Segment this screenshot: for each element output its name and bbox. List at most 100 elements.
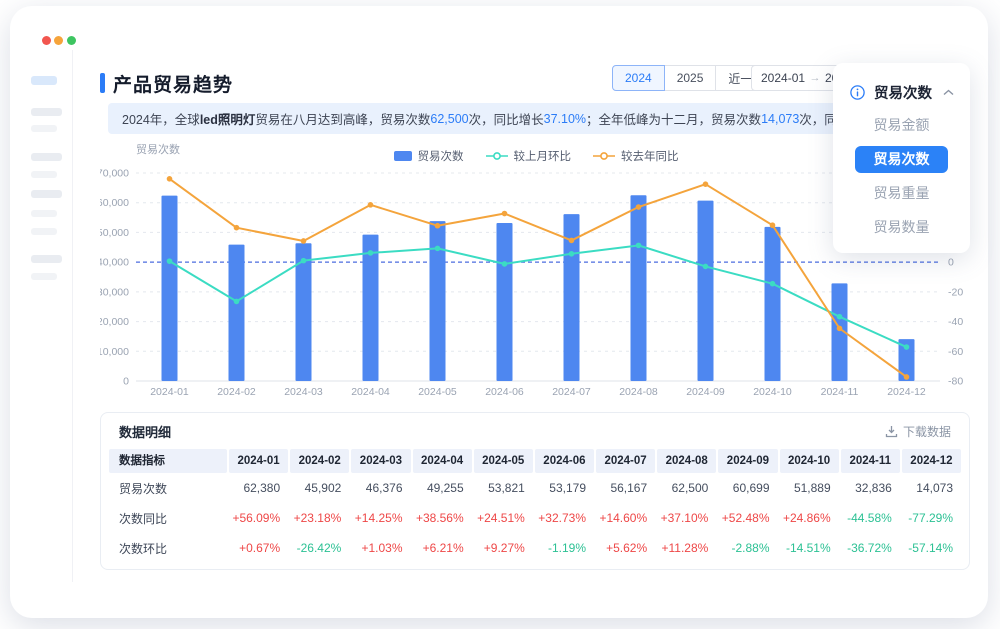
table-cell: +9.27%: [474, 541, 533, 555]
download-data-button[interactable]: 下载数据: [885, 423, 951, 440]
line-path: [170, 179, 907, 377]
table-header-cell: 2024-06: [535, 449, 594, 473]
bar-2024-04: [363, 235, 379, 381]
table-cell: +24.86%: [780, 511, 839, 525]
data-point: [435, 223, 441, 229]
sidebar-skeleton-item[interactable]: [31, 153, 62, 161]
table-header-cell: 2024-07: [596, 449, 655, 473]
x-axis-label: 2024-05: [418, 386, 457, 398]
x-axis-label: 2024-12: [887, 386, 926, 398]
table-cell: -26.42%: [290, 541, 349, 555]
sidebar-skeleton-item-active[interactable]: [31, 76, 57, 85]
sidebar-skeleton-item[interactable]: [31, 171, 57, 178]
table-body: 贸易次数62,38045,90246,37649,25553,82153,179…: [109, 473, 961, 563]
sidebar-skeleton-item[interactable]: [31, 273, 57, 280]
selected-metric-label: 贸易次数: [874, 82, 943, 103]
data-point: [770, 281, 776, 287]
left-axis-tick: 20,000: [100, 316, 129, 328]
data-point: [837, 326, 843, 332]
table-header-cell: 2024-04: [413, 449, 472, 473]
arrow-right-icon: →: [806, 72, 825, 84]
table-header-cell: 2024-11: [841, 449, 900, 473]
sidebar-skeleton-item[interactable]: [31, 125, 57, 132]
left-axis-tick: 0: [123, 376, 129, 388]
table-header-cell: 2024-03: [351, 449, 410, 473]
summary-text-segment: ；全年低峰为十二月，贸易次数: [586, 109, 761, 128]
minimize-button[interactable]: [54, 36, 63, 45]
metric-dropdown-header[interactable]: 贸易次数: [833, 79, 970, 105]
table-cell: 53,179: [535, 481, 594, 495]
bar-2024-05: [430, 221, 446, 381]
summary-text-segment: 2024年，全球: [122, 109, 200, 128]
x-axis-label: 2024-02: [217, 386, 256, 398]
metric-option-贸易重量[interactable]: 贸易重量: [855, 180, 948, 207]
data-point: [636, 204, 642, 210]
data-point: [703, 264, 709, 270]
data-point: [502, 211, 508, 217]
table-cell: +1.03%: [351, 541, 410, 555]
summary-text-segment: 62,500: [430, 112, 468, 126]
table-cell: 14,073: [902, 481, 961, 495]
table-header-cell: 2024-09: [718, 449, 777, 473]
table-title: 数据明细: [119, 422, 171, 441]
bar-2024-09: [698, 201, 714, 381]
data-point: [167, 176, 173, 182]
table-cell: +37.10%: [657, 511, 716, 525]
summary-text-segment: 贸易在八月达到高峰，贸易次数: [255, 109, 430, 128]
table-cell: +14.25%: [351, 511, 410, 525]
x-axis-label: 2024-04: [351, 386, 390, 398]
table-cell: +0.67%: [229, 541, 288, 555]
sidebar-skeleton-item[interactable]: [31, 255, 62, 263]
x-axis-label: 2024-10: [753, 386, 792, 398]
metric-option-贸易数量[interactable]: 贸易数量: [855, 214, 948, 241]
metric-option-贸易次数[interactable]: 贸易次数: [855, 146, 948, 173]
data-point: [435, 246, 441, 252]
left-axis-tick: 60,000: [100, 197, 129, 209]
x-axis-label: 2024-08: [619, 386, 658, 398]
table-cell: -77.29%: [902, 511, 961, 525]
left-axis-tick: 10,000: [100, 346, 129, 358]
table-cell: +5.62%: [596, 541, 655, 555]
sidebar-skeleton-item[interactable]: [31, 228, 57, 235]
left-axis-tick: 40,000: [100, 257, 129, 269]
maximize-button[interactable]: [67, 36, 76, 45]
bar-2024-02: [229, 245, 245, 381]
table-header-cell: 2024-12: [902, 449, 961, 473]
left-axis-tick: 70,000: [100, 168, 129, 180]
data-point: [703, 181, 709, 187]
data-point: [167, 258, 173, 264]
data-point: [904, 374, 910, 380]
bar-2024-06: [497, 223, 513, 381]
right-axis-tick: -40: [948, 316, 963, 328]
table-header-cell: 2024-10: [780, 449, 839, 473]
x-axis-label: 2024-06: [485, 386, 524, 398]
table-cell: 62,380: [229, 481, 288, 495]
metric-options-list: 贸易金额贸易次数贸易重量贸易数量: [833, 112, 970, 241]
data-point: [502, 261, 508, 267]
table-row: 次数同比+56.09%+23.18%+14.25%+38.56%+24.51%+…: [109, 503, 961, 533]
row-label: 次数环比: [109, 540, 227, 557]
app-window: 产品贸易趋势 20242025近一年 2024-01 → 2024-12 202…: [10, 6, 988, 618]
sidebar-skeleton-item[interactable]: [31, 190, 62, 198]
x-axis-label: 2024-11: [821, 386, 859, 398]
bar-2024-08: [631, 195, 647, 381]
table-cell: -36.72%: [841, 541, 900, 555]
filter-button-2024[interactable]: 2024: [612, 65, 665, 91]
left-axis-tick: 30,000: [100, 286, 129, 298]
table-cell: +56.09%: [229, 511, 288, 525]
table-cell: 56,167: [596, 481, 655, 495]
date-range-start: 2024-01: [761, 71, 805, 85]
row-label: 贸易次数: [109, 480, 227, 497]
sidebar-skeleton-item[interactable]: [31, 108, 62, 116]
sidebar-skeleton-item[interactable]: [31, 210, 57, 217]
close-button[interactable]: [42, 36, 51, 45]
table-cell: 62,500: [657, 481, 716, 495]
metric-option-贸易金额[interactable]: 贸易金额: [855, 112, 948, 139]
table-cell: -14.51%: [780, 541, 839, 555]
right-axis-tick: -80: [948, 376, 963, 388]
filter-button-2025[interactable]: 2025: [664, 65, 717, 91]
data-point: [368, 202, 374, 208]
table-cell: 49,255: [413, 481, 472, 495]
data-point: [569, 238, 575, 244]
table-cell: +52.48%: [718, 511, 777, 525]
